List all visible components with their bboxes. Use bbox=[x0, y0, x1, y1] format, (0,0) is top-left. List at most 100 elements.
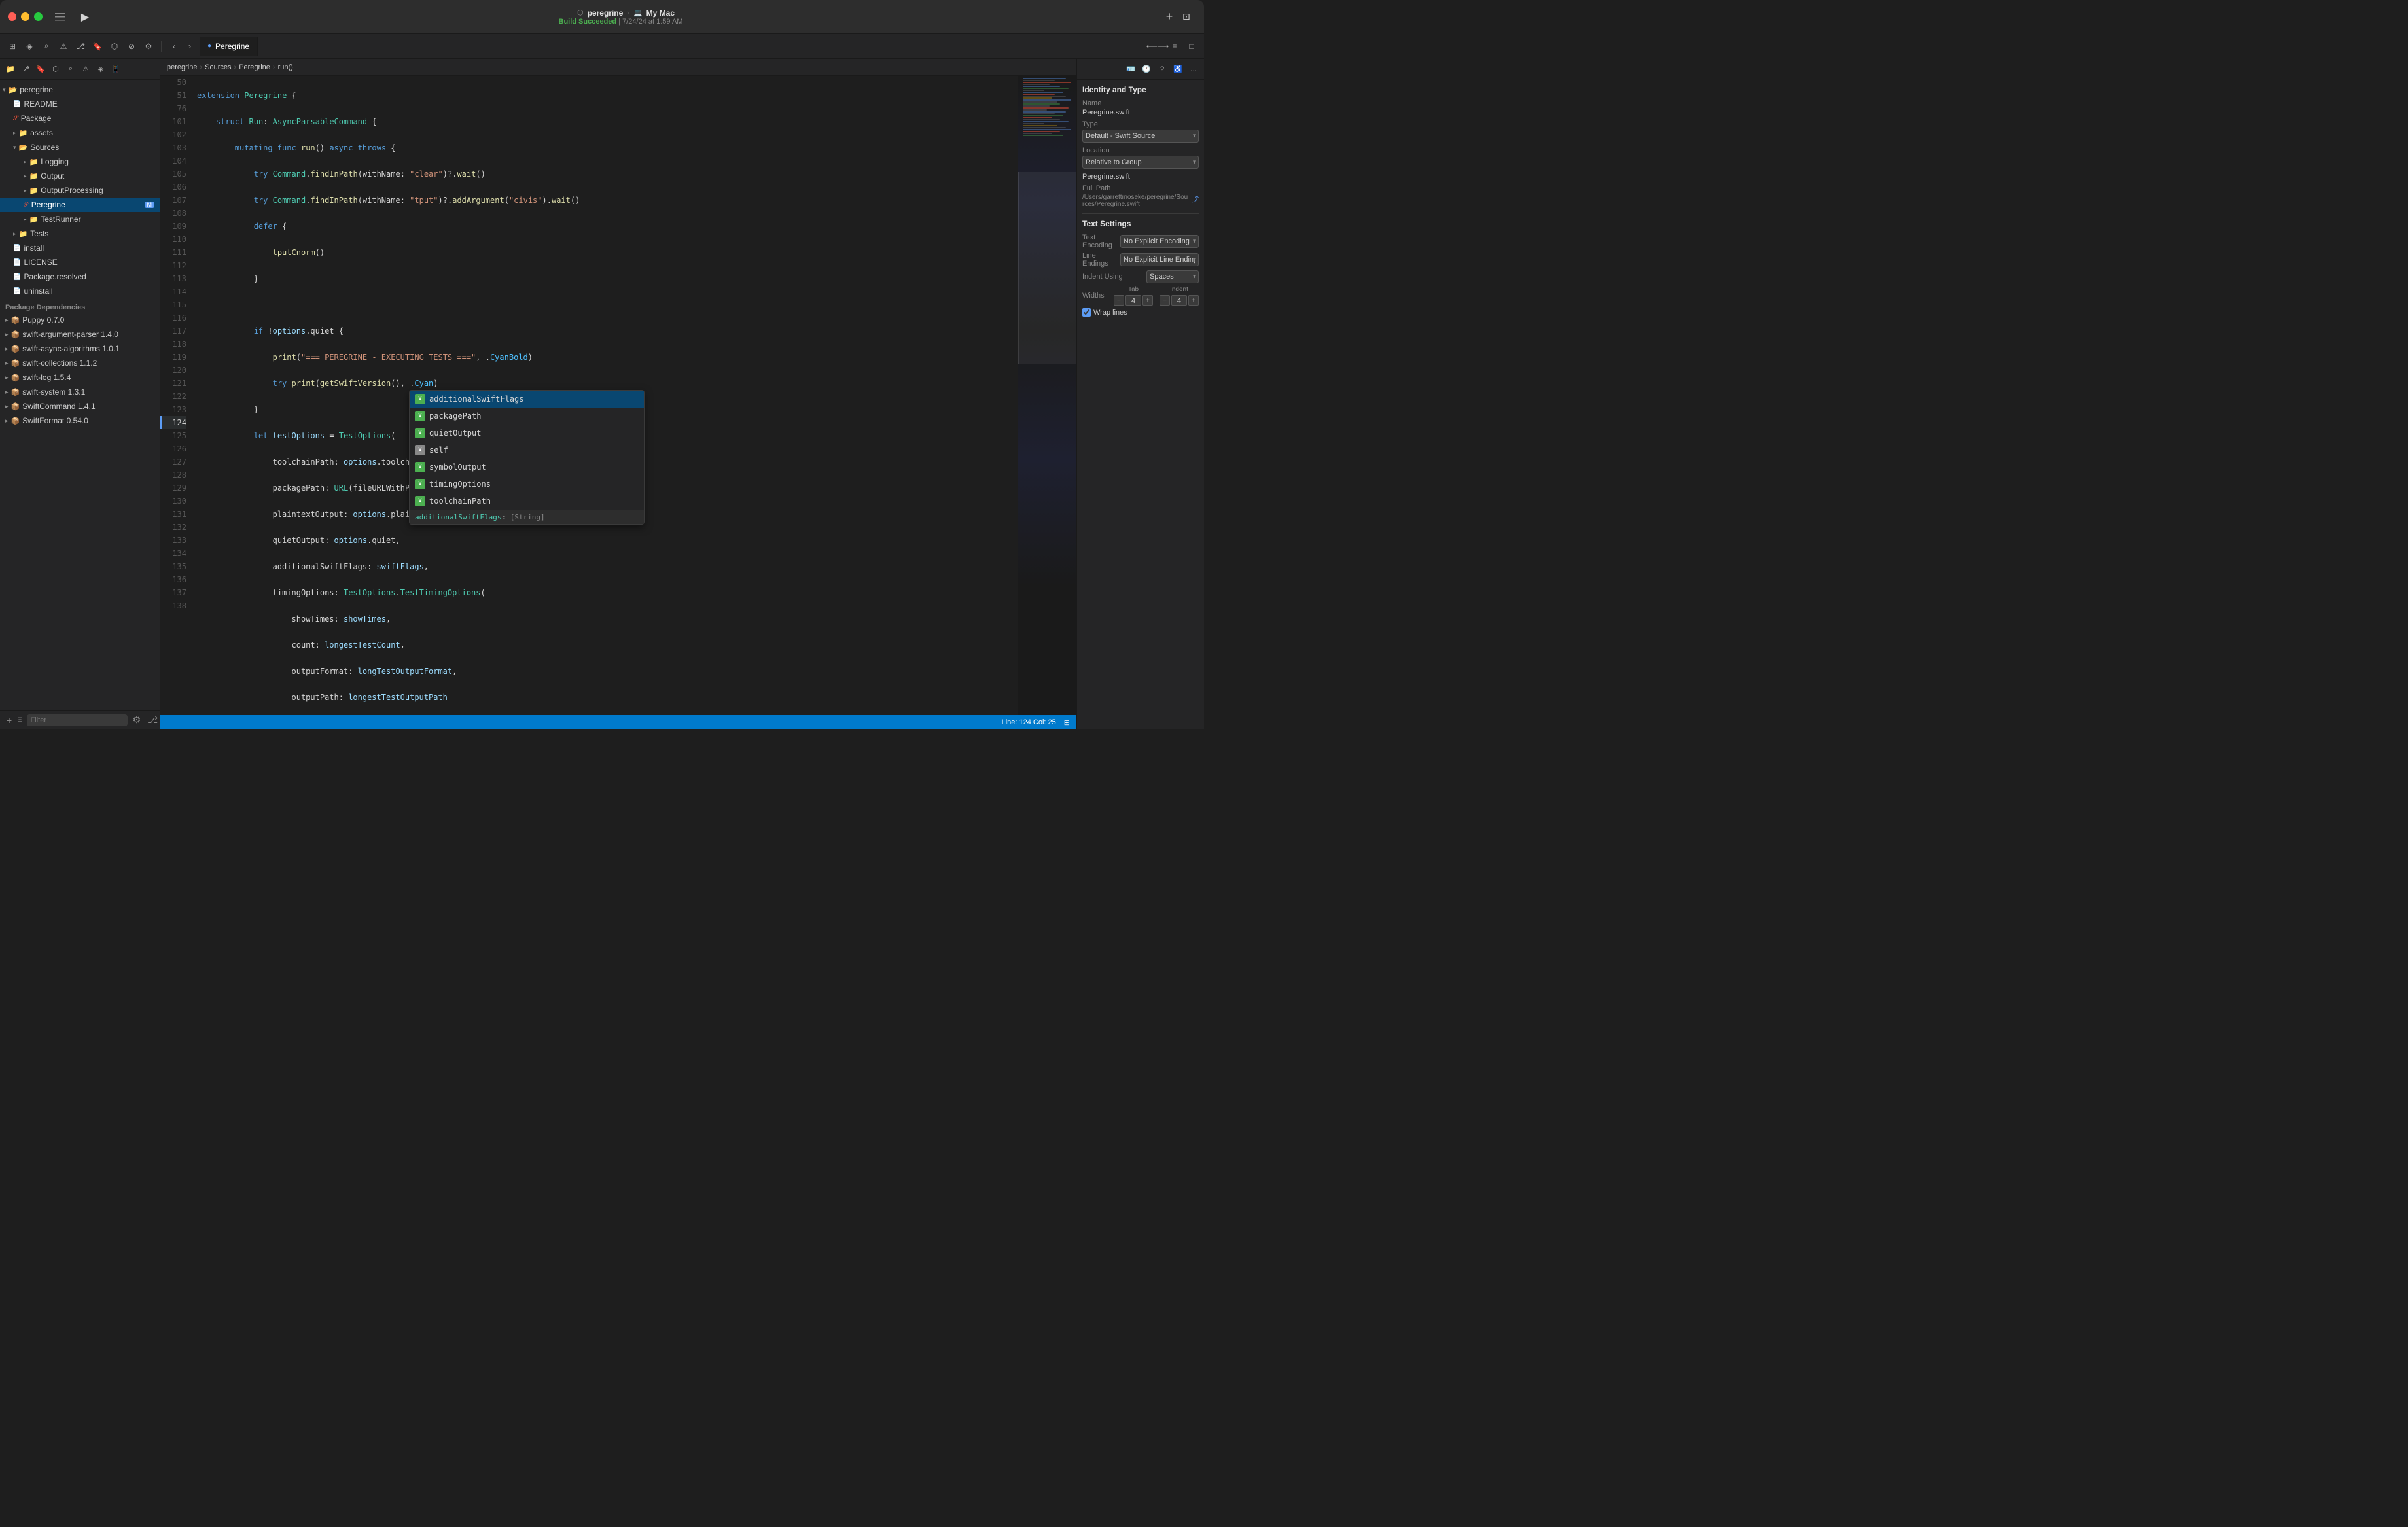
ac-item-packagepath[interactable]: V packagePath bbox=[410, 408, 644, 425]
fullscreen-button[interactable] bbox=[34, 12, 43, 21]
breadcrumb-root[interactable]: peregrine bbox=[167, 63, 197, 71]
dep-puppy[interactable]: ▸ 📦 Puppy 0.7.0 bbox=[0, 313, 160, 327]
type-select[interactable]: Default - Swift Source bbox=[1082, 130, 1199, 143]
traffic-lights bbox=[8, 12, 43, 21]
ac-item-additionalswiftflags[interactable]: V additionalSwiftFlags bbox=[410, 391, 644, 408]
warnings-icon[interactable]: ⚠ bbox=[56, 39, 71, 54]
sidebar-bookmarks-icon[interactable]: 🔖 bbox=[34, 63, 47, 76]
text-encoding-row: Text Encoding No Explicit Encoding bbox=[1082, 234, 1199, 249]
ac-item-symboloutput[interactable]: V symbolOutput bbox=[410, 459, 644, 476]
sidebar-toggle-button[interactable] bbox=[50, 10, 70, 24]
sidebar-options-button[interactable]: ⚙ bbox=[132, 713, 143, 727]
tab-width-decrement[interactable]: − bbox=[1114, 295, 1124, 306]
full-path-row: /Users/garrettmoseke/peregrine/Sources/P… bbox=[1082, 194, 1199, 208]
sidebar-breakpoints-icon[interactable]: ⬡ bbox=[49, 63, 62, 76]
sidebar-item-license[interactable]: 📄 LICENSE bbox=[0, 255, 160, 270]
location-select[interactable]: Relative to Group bbox=[1082, 156, 1199, 169]
sidebar-item-outputprocessing[interactable]: ▸ 📁 OutputProcessing bbox=[0, 183, 160, 198]
autocomplete-dropdown[interactable]: V additionalSwiftFlags V packagePath V q… bbox=[409, 390, 645, 525]
active-tab[interactable]: ● Peregrine bbox=[200, 37, 258, 56]
project-info: ⬡ peregrine › 💻 My Mac Build Succeeded |… bbox=[95, 9, 1157, 26]
sidebar-item-package[interactable]: 𝒮 Package bbox=[0, 111, 160, 126]
accessibility-icon[interactable]: ♿ bbox=[1171, 63, 1184, 76]
sidebar-git-icon[interactable]: ⎇ bbox=[19, 63, 32, 76]
bookmark-icon[interactable]: 🔖 bbox=[90, 39, 105, 54]
split-editor-button[interactable]: ⊡ bbox=[1177, 10, 1196, 24]
indent-width-increment[interactable]: + bbox=[1188, 295, 1199, 306]
minimize-button[interactable] bbox=[21, 12, 29, 21]
wrap-lines-checkbox[interactable] bbox=[1082, 308, 1091, 317]
minimap[interactable] bbox=[1018, 76, 1076, 715]
breadcrumb-peregrine[interactable]: Peregrine bbox=[239, 63, 270, 71]
ac-item-timingoptions[interactable]: V timingOptions bbox=[410, 476, 644, 493]
run-button[interactable]: ▶ bbox=[75, 10, 95, 24]
dep-swiftcommand[interactable]: ▸ 📦 SwiftCommand 1.4.1 bbox=[0, 399, 160, 413]
ac-item-self[interactable]: V self bbox=[410, 442, 644, 459]
search-icon[interactable]: ⌕ bbox=[39, 39, 54, 54]
minimap-viewport[interactable] bbox=[1018, 172, 1076, 364]
nav-back-button[interactable]: ‹ bbox=[167, 39, 181, 54]
dep-argument-parser[interactable]: ▸ 📦 swift-argument-parser 1.4.0 bbox=[0, 327, 160, 342]
ac-item-toolchainpath[interactable]: V toolchainPath bbox=[410, 493, 644, 510]
identity-type-icon[interactable]: 🪪 bbox=[1124, 63, 1137, 76]
filter-icon[interactable]: ⊘ bbox=[124, 39, 139, 54]
indent-using-select[interactable]: Spaces bbox=[1146, 270, 1199, 283]
tab-width-increment[interactable]: + bbox=[1142, 295, 1153, 306]
dep-async-algorithms[interactable]: ▸ 📦 swift-async-algorithms 1.0.1 bbox=[0, 342, 160, 356]
wrap-lines-label: Wrap lines bbox=[1093, 309, 1127, 317]
sidebar-item-assets[interactable]: ▸ 📁 assets bbox=[0, 126, 160, 140]
name-value: Peregrine.swift bbox=[1082, 109, 1199, 116]
sidebar-devices-icon[interactable]: 📱 bbox=[109, 63, 122, 76]
sidebar-item-logging[interactable]: ▸ 📁 Logging bbox=[0, 154, 160, 169]
dep-log[interactable]: ▸ 📦 swift-log 1.5.4 bbox=[0, 370, 160, 385]
sidebar-git-status-button[interactable]: ⎇ bbox=[146, 713, 159, 727]
sidebar-item-install[interactable]: 📄 install bbox=[0, 241, 160, 255]
settings-icon[interactable]: ⚙ bbox=[141, 39, 156, 54]
canvas-icon[interactable]: □ bbox=[1184, 39, 1199, 54]
location-label: Location bbox=[1082, 147, 1199, 154]
assistant-editor-icon[interactable]: ⟵⟶ bbox=[1150, 39, 1165, 54]
ac-item-quietoutput[interactable]: V quietOutput bbox=[410, 425, 644, 442]
add-file-button[interactable]: + bbox=[5, 714, 13, 727]
sidebar-item-tests[interactable]: ▸ 📁 Tests bbox=[0, 226, 160, 241]
sidebar-warnings-icon[interactable]: ⚠ bbox=[79, 63, 92, 76]
sidebar-item-testrunner[interactable]: ▸ 📁 TestRunner bbox=[0, 212, 160, 226]
widths-control: Tab − 4 + Indent − 4 bbox=[1114, 286, 1199, 306]
sidebar-item-package-resolved[interactable]: 📄 Package.resolved bbox=[0, 270, 160, 284]
indent-width-decrement[interactable]: − bbox=[1160, 295, 1170, 306]
breadcrumb-run[interactable]: run() bbox=[278, 63, 293, 71]
sidebar-item-readme[interactable]: 📄 README bbox=[0, 97, 160, 111]
location-field-row: Location Relative to Group bbox=[1082, 147, 1199, 169]
text-encoding-select[interactable]: No Explicit Encoding bbox=[1120, 235, 1199, 248]
git-icon[interactable]: ⎇ bbox=[73, 39, 88, 54]
sidebar-find-icon[interactable]: ⌕ bbox=[64, 63, 77, 76]
sidebar-tests-icon[interactable]: ◈ bbox=[94, 63, 107, 76]
breadcrumb-sources[interactable]: Sources bbox=[205, 63, 231, 71]
breakpoint-icon2[interactable]: ⬡ bbox=[107, 39, 122, 54]
sidebar-content: ▾ 📂 peregrine 📄 README 𝒮 Package ▸ 📁 ass… bbox=[0, 80, 160, 710]
sidebar-item-peregrine-file[interactable]: 𝒮 Peregrine M bbox=[0, 198, 160, 212]
line-endings-select-wrapper: No Explicit Line Endings bbox=[1120, 253, 1199, 266]
more-icon[interactable]: … bbox=[1187, 63, 1200, 76]
code-structure-icon[interactable]: ≡ bbox=[1167, 39, 1182, 54]
navigator-icon[interactable]: ⊞ bbox=[5, 39, 20, 54]
sidebar-item-sources[interactable]: ▾ 📂 Sources bbox=[0, 140, 160, 154]
sidebar-item-peregrine[interactable]: ▾ 📂 peregrine bbox=[0, 82, 160, 97]
dep-collections[interactable]: ▸ 📦 swift-collections 1.1.2 bbox=[0, 356, 160, 370]
nav-forward-button[interactable]: › bbox=[183, 39, 197, 54]
close-button[interactable] bbox=[8, 12, 16, 21]
full-path-link-icon[interactable]: ⤴ bbox=[1192, 194, 1199, 204]
line-endings-select[interactable]: No Explicit Line Endings bbox=[1120, 253, 1199, 266]
filter-input[interactable] bbox=[27, 714, 128, 726]
dep-swiftformat[interactable]: ▸ 📦 SwiftFormat 0.54.0 bbox=[0, 413, 160, 428]
breakpoints-icon[interactable]: ◈ bbox=[22, 39, 37, 54]
dep-system[interactable]: ▸ 📦 swift-system 1.3.1 bbox=[0, 385, 160, 399]
history-icon[interactable]: 🕐 bbox=[1140, 63, 1153, 76]
sidebar-item-uninstall[interactable]: 📄 uninstall bbox=[0, 284, 160, 298]
ac-icon-additionalswiftflags: V bbox=[415, 394, 425, 404]
quick-help-icon[interactable]: ? bbox=[1156, 63, 1169, 76]
add-tab-button[interactable]: + bbox=[1162, 10, 1177, 24]
line-numbers: 50 51 76 101 102 103 104 105 106 107 108… bbox=[160, 76, 192, 715]
sidebar-item-output[interactable]: ▸ 📁 Output bbox=[0, 169, 160, 183]
sidebar-files-icon[interactable]: 📁 bbox=[4, 63, 17, 76]
